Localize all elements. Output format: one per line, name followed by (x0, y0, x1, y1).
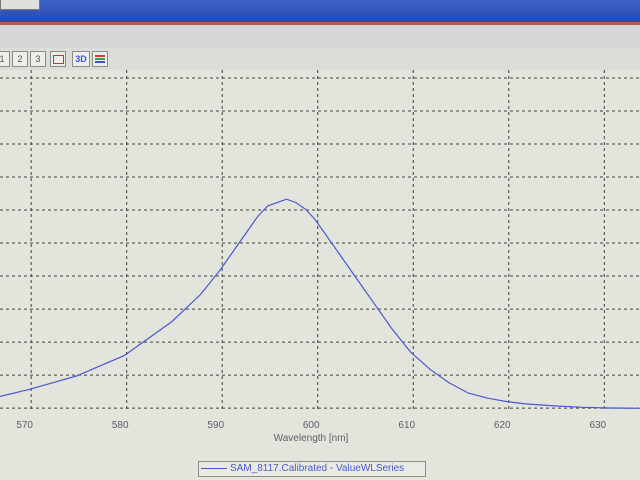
chart-legend[interactable]: SAM_8117.Calibrated - ValueWLSeries (198, 461, 426, 477)
series-line (0, 198, 640, 409)
x-tick-label: 570 (16, 420, 33, 431)
x-tick-label: 600 (303, 420, 320, 431)
spectrum-chart: 570 580 590 600 610 620 630 Wavelength [nm] (0, 70, 640, 444)
tool-button-1[interactable]: 1 (0, 51, 10, 67)
x-tick-labels: 570 580 590 600 610 620 630 (16, 420, 606, 431)
window-tab[interactable] (0, 0, 40, 10)
series-layer (0, 198, 640, 409)
panel-strip (0, 25, 640, 48)
x-tick-label: 620 (494, 420, 511, 431)
tool-button-2[interactable]: 2 (12, 51, 28, 67)
grid-lines (0, 70, 640, 410)
series-colors-icon[interactable] (92, 51, 108, 67)
window-titlebar (0, 0, 640, 22)
x-tick-label: 590 (207, 420, 224, 431)
legend-swatch (201, 467, 227, 469)
tool-button-3[interactable]: 3 (30, 51, 46, 67)
x-tick-label: 610 (398, 420, 415, 431)
three-d-button[interactable]: 3D (72, 51, 90, 67)
x-tick-label: 580 (112, 420, 129, 431)
x-axis-title: Wavelength [nm] (274, 433, 349, 444)
grid-toggle-icon[interactable] (50, 51, 66, 67)
x-tick-label: 630 (589, 420, 606, 431)
chart-toolbar: 1 2 3 3D (0, 48, 640, 71)
legend-series-label: SAM_8117.Calibrated - ValueWLSeries (230, 463, 405, 474)
